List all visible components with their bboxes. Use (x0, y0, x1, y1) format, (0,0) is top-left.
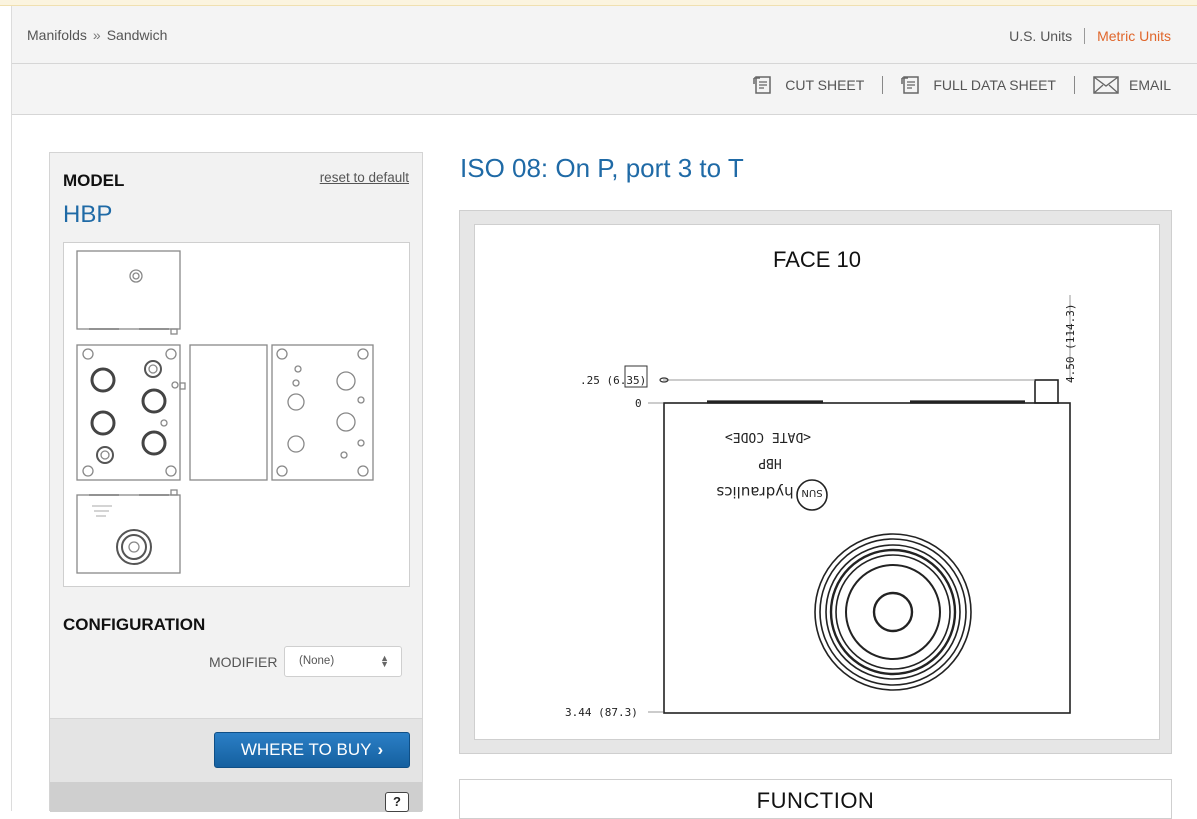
dim-top-label: .25 (6.35) (580, 374, 646, 387)
cut-sheet-button[interactable]: CUT SHEET (753, 75, 864, 95)
drawing-frame: FACE 10 .25 (6.35) 0 3.44 (87.3) 4.50 (1… (459, 210, 1172, 754)
model-marking: HBP (758, 455, 782, 470)
document-actions: CUT SHEET FULL DATA SHEET EMAIL (753, 75, 1171, 95)
function-section: FUNCTION (459, 779, 1172, 819)
full-data-sheet-label: FULL DATA SHEET (933, 77, 1056, 93)
email-button[interactable]: EMAIL (1093, 75, 1171, 95)
cut-sheet-label: CUT SHEET (785, 77, 865, 93)
panel-footer: ? (50, 782, 422, 812)
face-drawing: FACE 10 .25 (6.35) 0 3.44 (87.3) 4.50 (1… (474, 224, 1160, 740)
sun-logo-marking: SUN (801, 487, 822, 498)
chevron-right-icon: › (377, 740, 384, 759)
dim-bottom-label: 3.44 (87.3) (565, 706, 638, 719)
dim-zero-label: 0 (635, 397, 642, 410)
manifold-body (663, 402, 1071, 714)
us-units-link[interactable]: U.S. Units (1009, 28, 1086, 44)
select-arrows-icon: ▲ ▼ (380, 653, 389, 669)
modifier-label: MODIFIER (209, 654, 278, 670)
model-panel: MODEL reset to default HBP CONFIGURATION… (49, 152, 423, 812)
where-to-buy-label: WHERE TO BUY (240, 740, 372, 759)
envelope-icon (1093, 76, 1119, 94)
reset-to-default-link[interactable]: reset to default (320, 170, 409, 185)
full-data-sheet-button[interactable]: FULL DATA SHEET (901, 75, 1056, 95)
breadcrumb: Manifolds » Sandwich (27, 27, 167, 43)
help-button[interactable]: ? (385, 792, 409, 812)
dim-right-label: 4.50 (114.3) (1064, 304, 1077, 383)
breadcrumb-sandwich[interactable]: Sandwich (107, 27, 168, 43)
units-toggle: U.S. Units Metric Units (1009, 28, 1171, 44)
breadcrumb-separator: » (92, 27, 101, 43)
date-code-marking: <DATE CODE> (725, 429, 811, 444)
model-name: HBP (63, 201, 113, 228)
email-label: EMAIL (1128, 77, 1171, 93)
document-icon (901, 76, 920, 94)
top-port (1034, 379, 1059, 404)
header-bar: Manifolds » Sandwich U.S. Units Metric Uni… (12, 6, 1197, 64)
function-heading: FUNCTION (756, 788, 875, 813)
configuration-heading: CONFIGURATION (63, 615, 206, 634)
document-icon (753, 76, 771, 94)
modifier-select-value: (None) (299, 655, 335, 667)
buy-bar: WHERE TO BUY › (50, 718, 422, 783)
face-drawing-svg: .25 (6.35) 0 3.44 (87.3) 4.50 (114.3) <D… (565, 295, 1077, 719)
action-divider (882, 76, 884, 94)
breadcrumb-manifolds[interactable]: Manifolds (27, 27, 87, 43)
where-to-buy-button[interactable]: WHERE TO BUY › (214, 732, 410, 768)
metric-units-link[interactable]: Metric Units (1085, 28, 1171, 44)
actions-bar: CUT SHEET FULL DATA SHEET EMAIL (12, 64, 1197, 115)
action-divider (1073, 76, 1075, 94)
hydraulics-marking: hydraulics (716, 483, 793, 501)
manifold-thumbnail-drawing (76, 250, 374, 574)
modifier-select[interactable]: (None) ▲ ▼ (284, 646, 402, 677)
model-thumbnail[interactable] (63, 242, 410, 587)
model-heading: MODEL (63, 171, 125, 190)
page-title: ISO 08: On P, port 3 to T (460, 153, 744, 183)
